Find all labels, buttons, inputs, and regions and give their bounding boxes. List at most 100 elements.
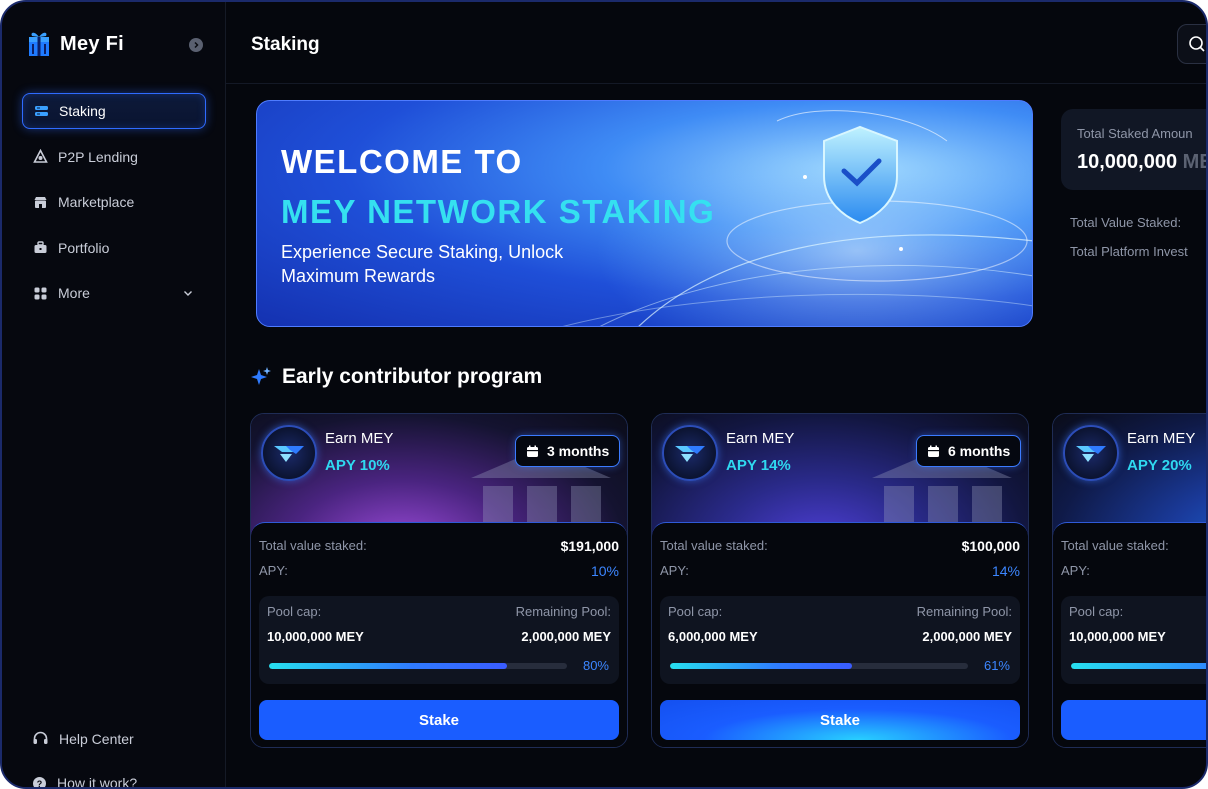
total-staked-value: 10,000,000 ME xyxy=(1077,151,1206,174)
pool-earn-label: Earn MEY xyxy=(325,430,394,447)
headset-icon xyxy=(33,731,48,744)
pool-apy-headline: APY 20% xyxy=(1127,457,1192,474)
how-it-work-label: How it work? xyxy=(57,775,138,789)
brand[interactable]: Mey Fi xyxy=(26,30,124,58)
total-platform-invest-label: Total Platform Invest xyxy=(1070,244,1188,259)
mey-token-icon xyxy=(1063,425,1119,481)
pool-card: Earn MEY APY 20% Total value staked: APY… xyxy=(1052,413,1206,748)
duration-label: 6 months xyxy=(948,443,1011,459)
stake-button[interactable] xyxy=(1061,700,1206,740)
total-value-staked-label: Total Value Staked: xyxy=(1070,215,1182,230)
sidebar-item-label: Portfolio xyxy=(58,239,110,256)
stake-button[interactable]: Stake xyxy=(259,700,619,740)
pool-cap-label: Pool cap: xyxy=(267,604,322,619)
sidebar: Mey Fi Staking P2P Lending Marketplace P… xyxy=(2,2,226,789)
duration-badge: 3 months xyxy=(515,435,621,467)
stake-button[interactable]: Stake xyxy=(660,700,1020,740)
store-icon xyxy=(33,195,48,210)
sidebar-item-label: Marketplace xyxy=(58,194,135,210)
pool-card: Earn MEY APY 10% 3 months Total value st… xyxy=(250,413,628,748)
pool-cap-panel: Pool cap: Remaining Pool: 6,000,000 MEY … xyxy=(660,596,1020,684)
remaining-pool-label: Remaining Pool: xyxy=(916,604,1012,619)
pool-cap-value: 10,000,000 MEY xyxy=(1069,629,1166,644)
mey-token-icon xyxy=(662,425,718,481)
pool-card-header: Earn MEY APY 14% 6 months xyxy=(652,414,1028,534)
pool-cap-panel: Pool cap: 10,000,000 MEY xyxy=(1061,596,1206,684)
sparkle-icon xyxy=(251,367,271,385)
progress-percent: 80% xyxy=(582,658,609,673)
brand-name: Mey Fi xyxy=(60,32,125,55)
total-staked-card: Total Staked Amoun 10,000,000 ME xyxy=(1061,109,1206,190)
tvs-label: Total value staked: xyxy=(660,538,768,553)
pool-cap-panel: Pool cap: Remaining Pool: 10,000,000 MEY… xyxy=(259,596,619,684)
progress-fill xyxy=(269,663,508,669)
pool-card-header: Earn MEY APY 20% xyxy=(1053,414,1206,534)
top-header: Staking xyxy=(226,2,1206,84)
question-circle-icon: ? xyxy=(33,776,46,789)
search-button[interactable] xyxy=(1177,24,1206,64)
section-header: Early contributor program xyxy=(250,365,542,389)
apy-label: APY: xyxy=(1061,563,1090,578)
progress-bar xyxy=(670,663,968,669)
pool-cap-value: 10,000,000 MEY xyxy=(267,629,364,644)
banner-subtitle: Experience Secure Staking, Unlock Maximu… xyxy=(281,242,564,286)
tvs-row: Total value staked: $191,000 xyxy=(259,538,619,554)
tvs-label: Total value staked: xyxy=(1061,538,1169,553)
apy-row: APY: xyxy=(1061,563,1206,578)
apy-value: 14% xyxy=(991,563,1020,579)
sidebar-item-label: P2P Lending xyxy=(58,148,138,165)
tvs-value: $191,000 xyxy=(560,538,619,554)
sidebar-nav: Staking P2P Lending Marketplace Portfoli… xyxy=(22,93,206,321)
briefcase-icon xyxy=(33,240,48,255)
chevron-down-icon xyxy=(184,291,192,296)
pool-card: Earn MEY APY 14% 6 months Total value st… xyxy=(651,413,1029,748)
progress-percent: 61% xyxy=(983,658,1010,673)
triangle-network-icon xyxy=(33,149,48,164)
pool-apy-headline: APY 10% xyxy=(325,457,390,474)
sidebar-item-p2p-lending[interactable]: P2P Lending xyxy=(22,139,206,175)
banner-title-line2: MEY NETWORK STAKING xyxy=(281,193,716,230)
help-center-link[interactable]: Help Center xyxy=(32,730,134,747)
chevron-right-icon xyxy=(194,41,199,49)
pool-card-header: Earn MEY APY 10% 3 months xyxy=(251,414,627,534)
progress-bar xyxy=(1071,663,1206,669)
apy-row: APY: 10% xyxy=(259,563,619,579)
pool-cap-label: Pool cap: xyxy=(1069,604,1124,619)
total-staked-number: 10,000,000 xyxy=(1077,151,1178,173)
remaining-pool-value: 2,000,000 MEY xyxy=(922,629,1012,644)
pool-card-body: Total value staked: $100,000 APY: 14% Po… xyxy=(652,522,1028,747)
sidebar-item-marketplace[interactable]: Marketplace xyxy=(22,184,206,220)
pool-cap-label: Pool cap: xyxy=(668,604,723,619)
search-icon xyxy=(1189,36,1205,52)
calendar-icon xyxy=(928,445,939,457)
duration-label: 3 months xyxy=(547,443,610,459)
tvs-label: Total value staked: xyxy=(259,538,367,553)
banner-title-line1: WELCOME TO xyxy=(281,143,523,180)
pool-cap-value: 6,000,000 MEY xyxy=(668,629,758,644)
mey-token-icon xyxy=(261,425,317,481)
progress-fill xyxy=(1071,663,1206,669)
progress-bar xyxy=(269,663,567,669)
page-title: Staking xyxy=(251,34,320,55)
sidebar-item-label: More xyxy=(58,285,90,301)
app-window: Mey Fi Staking P2P Lending Marketplace P… xyxy=(0,0,1208,789)
sidebar-item-portfolio[interactable]: Portfolio xyxy=(22,230,206,266)
pool-earn-label: Earn MEY xyxy=(726,430,795,447)
pool-earn-label: Earn MEY xyxy=(1127,430,1196,447)
calendar-icon xyxy=(527,445,538,457)
pool-card-body: Total value staked: APY: Pool cap: 10,00… xyxy=(1053,522,1206,747)
remaining-pool-label: Remaining Pool: xyxy=(515,604,611,619)
total-staked-unit: ME xyxy=(1182,151,1206,173)
grid-icon xyxy=(33,286,48,301)
sidebar-item-more[interactable]: More xyxy=(22,275,206,311)
pool-card-body: Total value staked: $191,000 APY: 10% Po… xyxy=(251,522,627,747)
apy-value: 10% xyxy=(590,563,619,579)
remaining-pool-value: 2,000,000 MEY xyxy=(521,629,611,644)
sidebar-item-staking[interactable]: Staking xyxy=(22,93,206,129)
svg-text:?: ? xyxy=(37,779,43,789)
apy-row: APY: 14% xyxy=(660,563,1020,579)
tvs-value: $100,000 xyxy=(961,538,1020,554)
collapse-sidebar-button[interactable] xyxy=(189,38,203,52)
how-it-work-link[interactable]: ? How it work? xyxy=(32,775,138,789)
tvs-row: Total value staked: xyxy=(1061,538,1206,553)
